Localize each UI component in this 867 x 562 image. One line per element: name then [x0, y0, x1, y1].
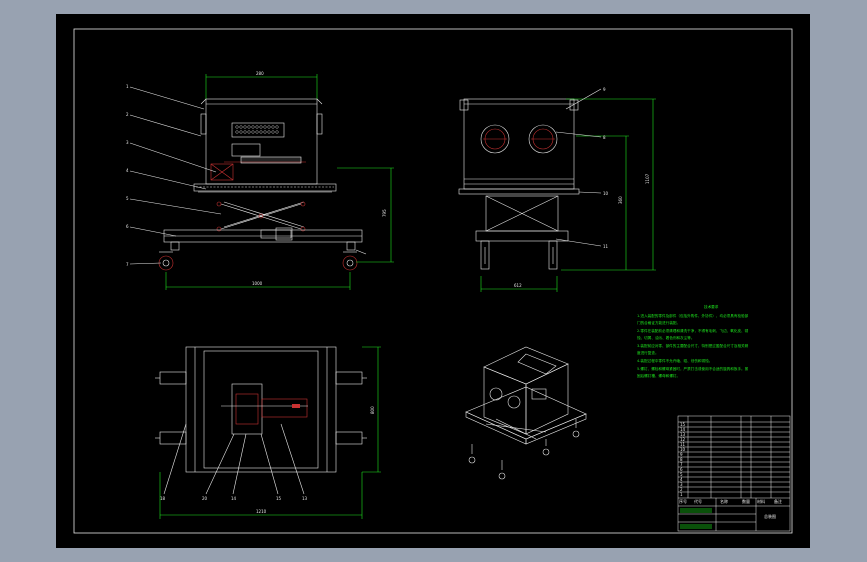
- dim-top-length: 1210: [256, 509, 267, 514]
- dim-side-width: 612: [514, 283, 522, 288]
- dim-top-width: 800: [370, 406, 375, 414]
- dim-front-width: 280: [256, 71, 264, 76]
- tb-header: 序号: [679, 498, 687, 504]
- balloon-9: 9: [603, 87, 606, 92]
- tech-note-line: 5.螺钉、螺栓和螺母紧固时，严禁打击或使用不合适的旋具和扳手。紧: [637, 366, 749, 371]
- tech-notes-title: 技术要求: [704, 304, 719, 309]
- drawing-title: 总装图: [764, 513, 776, 519]
- drawing-sheet: 280 795 1000 1 2 3 4 5 6 7 612 360 1107 …: [56, 14, 810, 548]
- balloon-6: 6: [126, 224, 129, 229]
- dim-side-height-total: 1107: [645, 173, 650, 184]
- tech-note-line: 度进行复查。: [637, 350, 659, 355]
- top-view-balloons: 18 20 14 15 13: [160, 496, 308, 501]
- balloon-15: 15: [276, 496, 282, 501]
- dim-front-height: 795: [382, 209, 387, 217]
- side-view-balloons: 9 8 10 11: [603, 87, 609, 249]
- balloon-7: 7: [126, 262, 129, 267]
- balloon-20: 20: [202, 496, 208, 501]
- balloon-3: 3: [126, 140, 129, 145]
- top-view: 1210 800: [155, 346, 381, 519]
- tech-note-line: 固后螺钉槽、螺母和螺钉。: [637, 373, 680, 378]
- tech-note-line: 3.装配前应对零、部件的主要配合尺寸，特别是过盈配合尺寸及相关精: [637, 343, 749, 348]
- tech-note-line: 蚀、切屑、油污、着色剂和灰尘等。: [637, 335, 695, 340]
- tech-note-line: 2.零件在装配前必须清理和清洗干净，不得有毛刺、飞边、氧化皮、锈: [637, 328, 749, 333]
- isometric-view: [465, 346, 587, 480]
- front-view: 280 795 1000: [129, 71, 394, 290]
- tb-row: 1: [680, 492, 683, 497]
- balloon-14: 14: [231, 496, 237, 501]
- dim-front-length: 1000: [252, 281, 263, 286]
- dim-side-height-inner: 360: [618, 196, 623, 204]
- balloon-11: 11: [603, 244, 609, 249]
- balloon-2: 2: [126, 112, 129, 117]
- cad-drawing: 280 795 1000 1 2 3 4 5 6 7 612 360 1107 …: [73, 28, 793, 534]
- tech-notes: 技术要求 1.进入装配的零件及部件（包括外购件、外协件），均必须具有检验部 门的…: [637, 304, 749, 378]
- balloon-10: 10: [603, 191, 609, 196]
- tb-header: 名称: [720, 498, 728, 504]
- tb-header: 代号: [694, 498, 702, 504]
- balloon-5: 5: [126, 196, 129, 201]
- balloon-13: 13: [302, 496, 308, 501]
- inner-border: [73, 28, 793, 534]
- balloon-1: 1: [126, 84, 129, 89]
- front-view-balloons: 1 2 3 4 5 6 7: [126, 84, 129, 267]
- tb-header: 材料: [757, 498, 765, 504]
- tech-note-line: 门的合格证方能进行装配。: [637, 320, 680, 325]
- title-block-text: 15 14 13 12 11 10 9 8 7 6 5 4 3 2 1 序号 代…: [679, 422, 782, 519]
- balloon-18: 18: [160, 496, 166, 501]
- side-view: 612 360 1107: [458, 88, 656, 292]
- tb-header: 数量: [742, 498, 750, 504]
- tb-header: 备注: [774, 498, 782, 504]
- balloon-4: 4: [126, 168, 129, 173]
- tech-note-line: 1.进入装配的零件及部件（包括外购件、外协件），均必须具有检验部: [637, 313, 749, 318]
- tech-note-line: 4.装配过程中零件不允许磕、碰、划伤和锈蚀。: [637, 358, 712, 363]
